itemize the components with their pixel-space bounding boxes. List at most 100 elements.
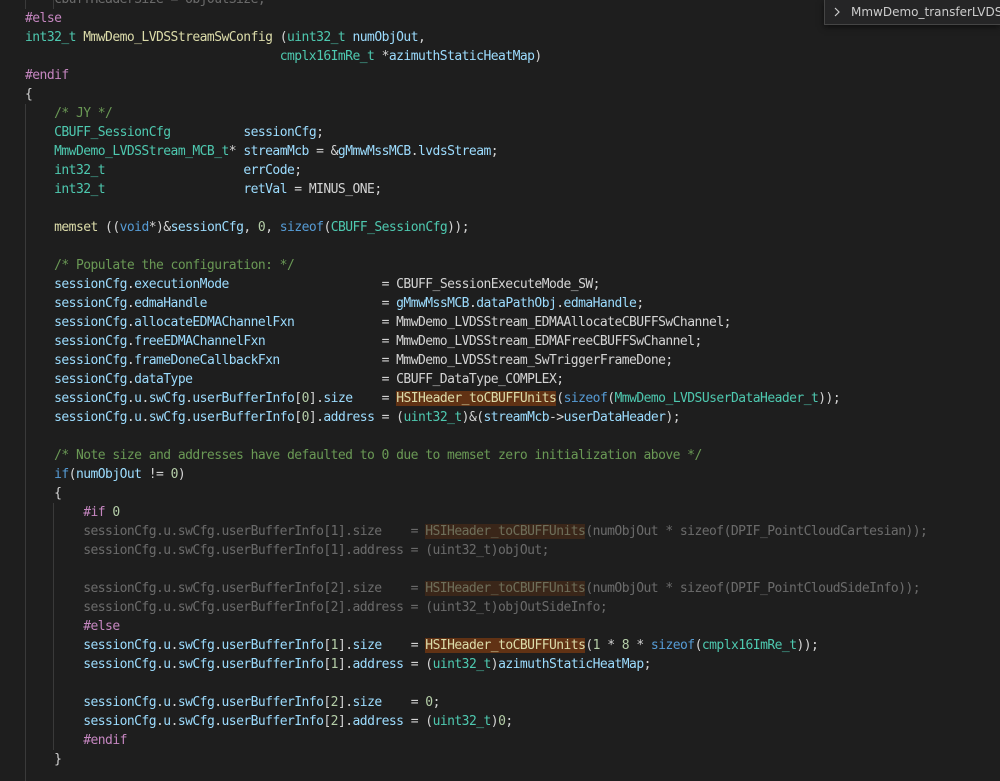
code-token: CBUFF_SessionExecuteMode_SW bbox=[396, 277, 593, 292]
code-line[interactable]: sessionCfg.u.swCfg.userBufferInfo[2].add… bbox=[25, 598, 1000, 617]
code-line[interactable]: #endif bbox=[25, 66, 1000, 85]
code-line[interactable] bbox=[25, 674, 1000, 693]
code-text: sessionCfg.u.swCfg.userBufferInfo[1].siz… bbox=[25, 638, 819, 653]
code-token: = bbox=[206, 296, 397, 311]
code-line[interactable]: sessionCfg.u.swCfg.userBufferInfo[2].siz… bbox=[25, 579, 1000, 598]
code-line[interactable]: /* Populate the configuration: */ bbox=[25, 256, 1000, 275]
sticky-scroll-breadcrumb[interactable]: MmwDemo_transferLVDS bbox=[824, 0, 1000, 25]
code-line[interactable]: sessionCfg.u.swCfg.userBufferInfo[1].add… bbox=[25, 655, 1000, 674]
code-text: memset ((void*)&sessionCfg, 0, sizeof(CB… bbox=[25, 220, 469, 235]
code-text: #else bbox=[25, 11, 62, 26]
code-line[interactable]: sessionCfg.u.swCfg.userBufferInfo[2].siz… bbox=[25, 693, 1000, 712]
code-token: sessionCfg bbox=[54, 372, 127, 387]
code-line[interactable]: sessionCfg.allocateEDMAChannelFxn = MmwD… bbox=[25, 313, 1000, 332]
code-line[interactable]: sessionCfg.u.swCfg.userBufferInfo[1].add… bbox=[25, 541, 1000, 560]
code-line[interactable]: } bbox=[25, 750, 1000, 769]
code-text: { bbox=[25, 87, 33, 102]
code-line[interactable]: sessionCfg.u.swCfg.userBufferInfo[1].siz… bbox=[25, 636, 1000, 655]
code-line[interactable]: sessionCfg.frameDoneCallbackFxn = MmwDem… bbox=[25, 351, 1000, 370]
code-line[interactable] bbox=[25, 427, 1000, 446]
code-token: ; bbox=[592, 277, 601, 292]
code-text: sessionCfg.u.swCfg.userBufferInfo[2].add… bbox=[25, 714, 513, 729]
code-line[interactable]: int32_t errCode; bbox=[25, 161, 1000, 180]
code-token: MmwDemo_LVDSStream_SwTriggerFrameDone bbox=[396, 353, 666, 368]
code-token: ) bbox=[490, 657, 499, 672]
code-line[interactable]: { bbox=[25, 85, 1000, 104]
indent-guides bbox=[25, 427, 1000, 446]
code-token: sessionCfg.u.swCfg.userBufferInfo[2].add… bbox=[25, 600, 608, 615]
code-token: ; bbox=[723, 315, 732, 330]
code-line[interactable]: sessionCfg.freeEDMAChannelFxn = MmwDemo_… bbox=[25, 332, 1000, 351]
code-line[interactable]: int32_t MmwDemo_LVDSStreamSwConfig (uint… bbox=[25, 28, 1000, 47]
code-token: ) bbox=[490, 714, 499, 729]
code-token: 1 bbox=[330, 657, 339, 672]
code-line[interactable] bbox=[25, 199, 1000, 218]
code-line[interactable]: memset ((void*)&sessionCfg, 0, sizeof(CB… bbox=[25, 218, 1000, 237]
indent-guide bbox=[53, 560, 54, 579]
code-token: address bbox=[352, 657, 404, 672]
code-line[interactable]: sessionCfg.dataType = CBUFF_DataType_COM… bbox=[25, 370, 1000, 389]
code-token: . bbox=[214, 714, 222, 729]
code-token: [ bbox=[323, 714, 331, 729]
code-line[interactable]: /* JY */ bbox=[25, 104, 1000, 123]
code-line[interactable] bbox=[25, 237, 1000, 256]
code-line[interactable]: sessionCfg.u.swCfg.userBufferInfo[2].add… bbox=[25, 712, 1000, 731]
code-token: swCfg bbox=[177, 638, 215, 653]
code-line[interactable]: sessionCfg.u.swCfg.userBufferInfo[0].siz… bbox=[25, 389, 1000, 408]
code-token: 0 bbox=[301, 410, 310, 425]
code-token: swCfg bbox=[148, 410, 186, 425]
code-token: sessionCfg.u.swCfg.userBufferInfo[1].add… bbox=[25, 543, 549, 558]
code-line[interactable]: MmwDemo_LVDSStream_MCB_t* streamMcb = &g… bbox=[25, 142, 1000, 161]
code-token: (numObjOut * sizeof(DPIF_PointCloudSideI… bbox=[585, 581, 921, 596]
code-token: uint32_t bbox=[286, 30, 346, 45]
code-token: (numObjOut * sizeof(DPIF_PointCloudCarte… bbox=[585, 524, 928, 539]
code-token: cbuffHeaderSize = objOutSize; bbox=[25, 0, 266, 7]
code-token: ]. bbox=[337, 695, 353, 710]
code-line[interactable]: sessionCfg.executionMode = CBUFF_Session… bbox=[25, 275, 1000, 294]
code-line[interactable]: { bbox=[25, 484, 1000, 503]
code-token: )); bbox=[818, 391, 841, 406]
code-token: gMmwMssMCB bbox=[396, 296, 469, 311]
code-token: MmwDemo_LVDSUserDataHeader_t bbox=[614, 391, 819, 406]
code-token: HSIHeader_toCBUFFUnits bbox=[396, 391, 557, 406]
code-token: 0 bbox=[425, 695, 433, 710]
code-token: CBUFF_DataType_COMPLEX bbox=[396, 372, 557, 387]
code-token: 0 bbox=[301, 391, 310, 406]
code-editor[interactable]: cbuffHeaderSize = objOutSize; #else int32_… bbox=[0, 0, 1000, 781]
code-token: ; bbox=[490, 144, 499, 159]
indent-guides bbox=[25, 560, 1000, 579]
code-line[interactable]: int32_t retVal = MINUS_ONE; bbox=[25, 180, 1000, 199]
code-token: void bbox=[119, 220, 150, 235]
code-lines[interactable]: cbuffHeaderSize = objOutSize; #else int32_… bbox=[25, 0, 1000, 781]
code-token: = bbox=[352, 391, 397, 406]
code-token: userBufferInfo bbox=[192, 410, 295, 425]
code-line[interactable]: /* Note size and addresses have defaulte… bbox=[25, 446, 1000, 465]
code-token: cmplx16ImRe_t bbox=[701, 638, 797, 653]
code-token: address bbox=[323, 410, 375, 425]
code-token: sessionCfg bbox=[54, 315, 127, 330]
code-line[interactable]: #if 0 bbox=[25, 503, 1000, 522]
code-text: MmwDemo_LVDSStream_MCB_t* streamMcb = &g… bbox=[25, 144, 499, 159]
code-token: sizeof bbox=[650, 638, 695, 653]
code-line[interactable]: sessionCfg.u.swCfg.userBufferInfo[0].add… bbox=[25, 408, 1000, 427]
code-line[interactable]: cmplx16ImRe_t *azimuthStaticHeatMap) bbox=[25, 47, 1000, 66]
code-token: swCfg bbox=[177, 714, 215, 729]
code-line[interactable] bbox=[25, 769, 1000, 781]
code-token: ; bbox=[432, 695, 441, 710]
code-line[interactable]: #else bbox=[25, 617, 1000, 636]
code-token: [ bbox=[294, 391, 302, 406]
code-line[interactable]: sessionCfg.u.swCfg.userBufferInfo[1].siz… bbox=[25, 522, 1000, 541]
code-line[interactable]: sessionCfg.edmaHandle = gMmwMssMCB.dataP… bbox=[25, 294, 1000, 313]
code-line[interactable]: if(numObjOut != 0) bbox=[25, 465, 1000, 484]
code-line[interactable]: #endif bbox=[25, 731, 1000, 750]
code-line[interactable]: CBUFF_SessionCfg sessionCfg; bbox=[25, 123, 1000, 142]
code-token: ( bbox=[694, 638, 703, 653]
code-line[interactable] bbox=[25, 560, 1000, 579]
code-token: uint32_t bbox=[432, 714, 492, 729]
code-text: sessionCfg.u.swCfg.userBufferInfo[2].add… bbox=[25, 600, 607, 615]
